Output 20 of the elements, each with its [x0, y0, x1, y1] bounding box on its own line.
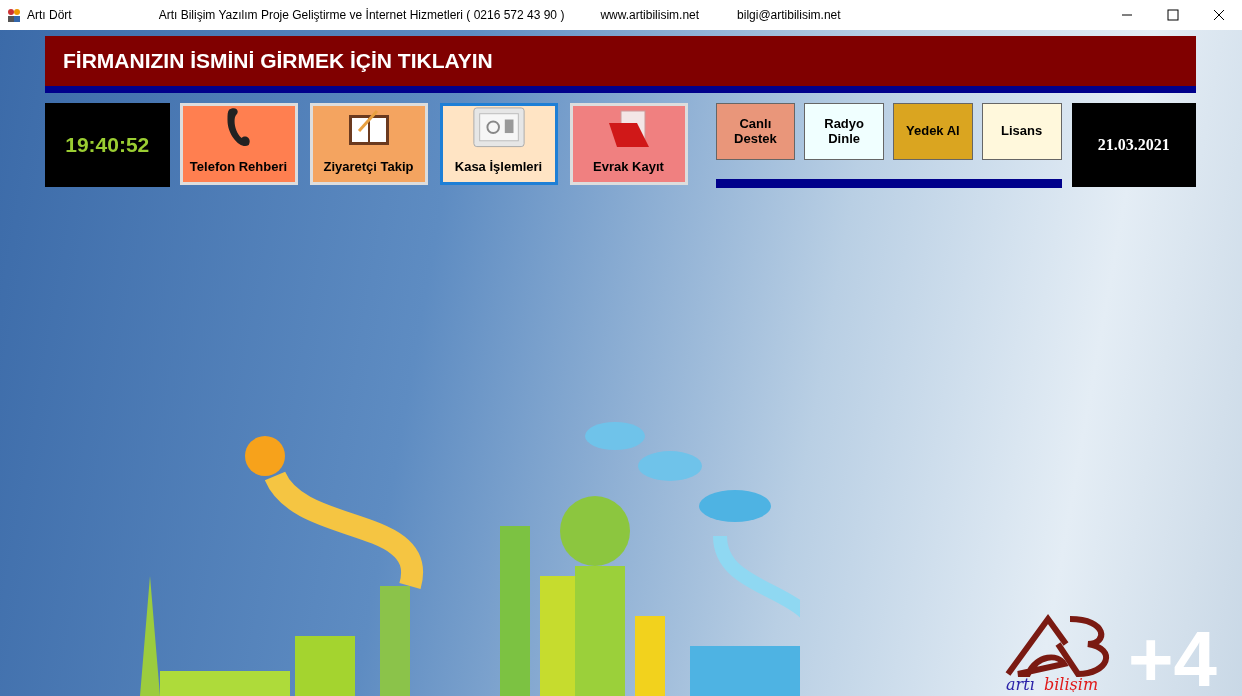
menu-tile-button[interactable]: Evrak Kayıt [569, 103, 688, 185]
window-title: Artı Dört [27, 7, 72, 24]
company-name-banner[interactable]: FİRMANIZIN İSMİNİ GİRMEK İÇİN TIKLAYIN [45, 36, 1196, 93]
company-info: Artı Bilişim Yazılım Proje Geliştirme ve İnternet Hizmetleri ( 0216 572 43 90 ) [158, 7, 565, 24]
date-display: 21.03.2021 [1071, 103, 1196, 187]
menu-tile-button[interactable]: Kasa İşlemleri [439, 103, 558, 185]
folder-icon [606, 108, 651, 149]
website-text: www.artibilisim.net [600, 7, 700, 24]
action-button[interactable]: Lisans [981, 103, 1062, 160]
maximize-icon [1167, 9, 1179, 21]
menu-tile-button[interactable]: Telefon Rehberi [179, 103, 298, 185]
menu-tile-button[interactable]: Ziyaretçi Takip [309, 103, 428, 185]
email-text: bilgi@artibilisim.net [737, 7, 841, 24]
app-icon [6, 7, 22, 23]
action-button[interactable]: Radyo Dinle [804, 103, 884, 160]
safe-icon [470, 106, 527, 149]
action-button[interactable]: Canlı Destek [715, 103, 796, 160]
close-icon [1213, 9, 1225, 21]
clock-display: 19:40:52 [45, 103, 170, 187]
action-button[interactable]: Yedek Al [893, 103, 973, 160]
